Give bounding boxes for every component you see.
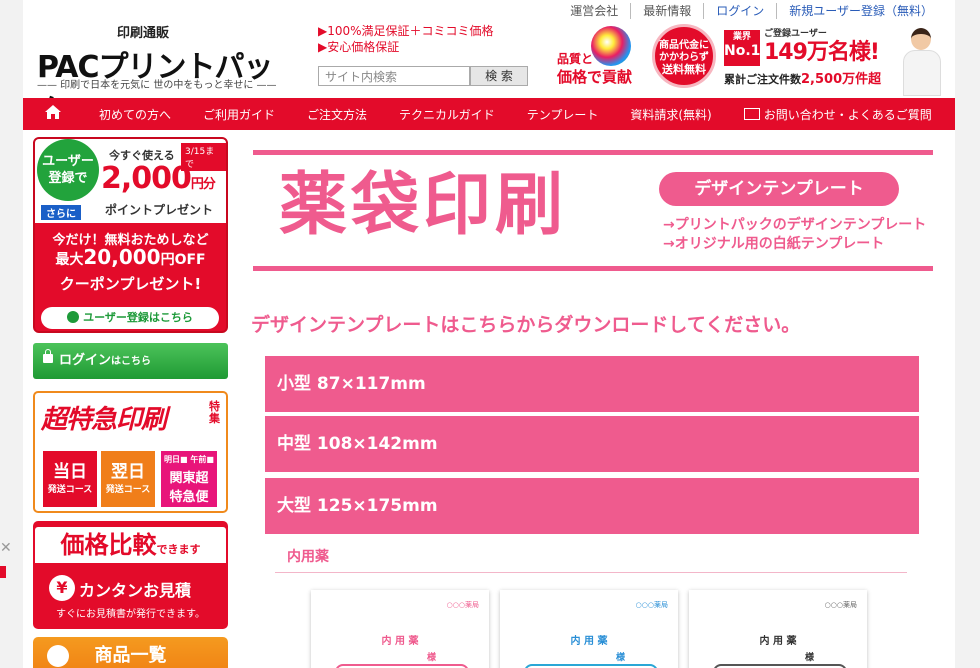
lock-icon <box>43 349 53 363</box>
hero-link-design[interactable]: →プリントパックのデザインテンプレート <box>663 214 926 234</box>
promo-lines: ▶100%満足保証＋コミコミ価格 ▶安心価格保証 <box>318 23 494 55</box>
page: 運営会社 最新情報 ログイン 新規ユーザー登録（無料） 印刷通販 PACプリント… <box>23 0 955 668</box>
kanto-express-course[interactable]: 明日■ 午前■ 関東超 特急便 <box>161 451 217 507</box>
utility-nav: 運営会社 最新情報 ログイン 新規ユーザー登録（無料） <box>558 3 945 19</box>
main-nav: 初めての方へ ご利用ガイド ご注文方法 テクニカルガイド テンプレート 資料請求… <box>23 98 955 130</box>
order-count: 2,500万件超 <box>801 72 882 87</box>
design-template-pill: デザインテンプレート <box>659 172 899 206</box>
nav-technical[interactable]: テクニカルガイド <box>383 106 511 123</box>
nav-contact[interactable]: お問い合わせ・よくあるご質問 <box>728 106 948 123</box>
same-day-course[interactable]: 当日 発送コース <box>43 451 97 507</box>
next-day-course[interactable]: 翌日 発送コース <box>101 451 155 507</box>
mail-icon <box>743 107 760 120</box>
operator-photo <box>895 24 945 96</box>
logo-tagline: —— 印刷で日本を元気に 世の中をもっと幸せに —— <box>37 80 277 91</box>
book-icon <box>47 645 69 667</box>
nav-template[interactable]: テンプレート <box>511 106 615 123</box>
nav-request[interactable]: 資料請求(無料) <box>614 106 727 123</box>
user-registration-banner[interactable]: ユーザー 登録で 今すぐ使える 3/15まで 2,000円分 ポイントプレゼント … <box>33 137 228 333</box>
no1-badge: 業界 No.1 <box>724 30 760 66</box>
login-button[interactable]: ログインはこちら <box>33 343 228 379</box>
price-comparison-banner[interactable]: 価格比較できます ¥ カンタンお見積 すぐにお見積書が発行できます。 <box>33 521 228 629</box>
free-shipping-badge: 商品代金に かかわらず 送料無料 <box>652 24 716 88</box>
quality-banner: 品質と 価格で貢献 <box>555 26 645 92</box>
sidebar: ユーザー 登録で 今すぐ使える 3/15まで 2,000円分 ポイントプレゼント … <box>33 137 228 668</box>
no1-users-banner: 業界 No.1 ご登録ユーザー 149万名様! 累計ご注文件数2,500万件超 <box>724 29 882 87</box>
promo-line-satisfaction[interactable]: ▶100%満足保証＋コミコミ価格 <box>318 23 494 39</box>
nav-order[interactable]: ご注文方法 <box>291 106 383 123</box>
page-title: 薬袋印刷 <box>279 166 568 245</box>
promo-line-price[interactable]: ▶安心価格保証 <box>318 39 494 55</box>
site-logo[interactable]: 印刷通販 PACプリントパック —— 印刷で日本を元気に 世の中をもっと幸せに … <box>37 20 297 129</box>
user-count: 149万名様! <box>764 40 880 65</box>
nav-guide[interactable]: ご利用ガイド <box>187 106 291 123</box>
color-ball-icon <box>591 26 631 66</box>
template-thumbnail-pink[interactable]: ○○○薬局 内 用 薬 様 <box>311 590 489 668</box>
nav-first-time[interactable]: 初めての方へ <box>83 106 187 123</box>
hero-banner: 薬袋印刷 デザインテンプレート →プリントパックのデザインテンプレート →オリジ… <box>253 150 933 274</box>
size-large-button[interactable]: 大型 125×175mm <box>265 478 919 534</box>
size-medium-button[interactable]: 中型 108×142mm <box>265 416 919 472</box>
template-thumbnail-blue[interactable]: ○○○薬局 内 用 薬 様 <box>500 590 678 668</box>
search-button[interactable]: 検 索 <box>470 66 528 86</box>
topnav-login[interactable]: ログイン <box>703 3 776 19</box>
topnav-register[interactable]: 新規ユーザー登録（無料） <box>776 3 945 19</box>
product-list-button[interactable]: 商品一覧 <box>33 637 228 668</box>
edge-marker <box>0 566 6 578</box>
logo-subtitle: 印刷通販 <box>117 26 170 41</box>
topnav-news[interactable]: 最新情報 <box>630 3 703 19</box>
download-heading: デザインテンプレートはこちらからダウンロードしてください。 <box>251 314 801 336</box>
search-input[interactable]: サイト内検索 <box>318 66 470 86</box>
topnav-company[interactable]: 運営会社 <box>558 3 630 19</box>
hero-link-blank[interactable]: →オリジナル用の白紙テンプレート <box>663 233 884 253</box>
close-icon[interactable]: ✕ <box>0 540 12 556</box>
play-icon <box>67 311 80 323</box>
yen-icon: ¥ <box>49 575 75 601</box>
express-printing-banner[interactable]: 超特急印刷 特集 当日 発送コース 翌日 発送コース 明日■ 午前■ 関東超 特急便 <box>33 391 228 513</box>
size-small-button[interactable]: 小型 87×117mm <box>265 356 919 412</box>
home-icon[interactable] <box>23 104 83 124</box>
register-button[interactable]: ユーザー登録はこちら <box>41 307 219 329</box>
section-title: 内用薬 <box>275 546 907 573</box>
template-thumbnail-black[interactable]: ○○○薬局 内 用 薬 様 <box>689 590 867 668</box>
